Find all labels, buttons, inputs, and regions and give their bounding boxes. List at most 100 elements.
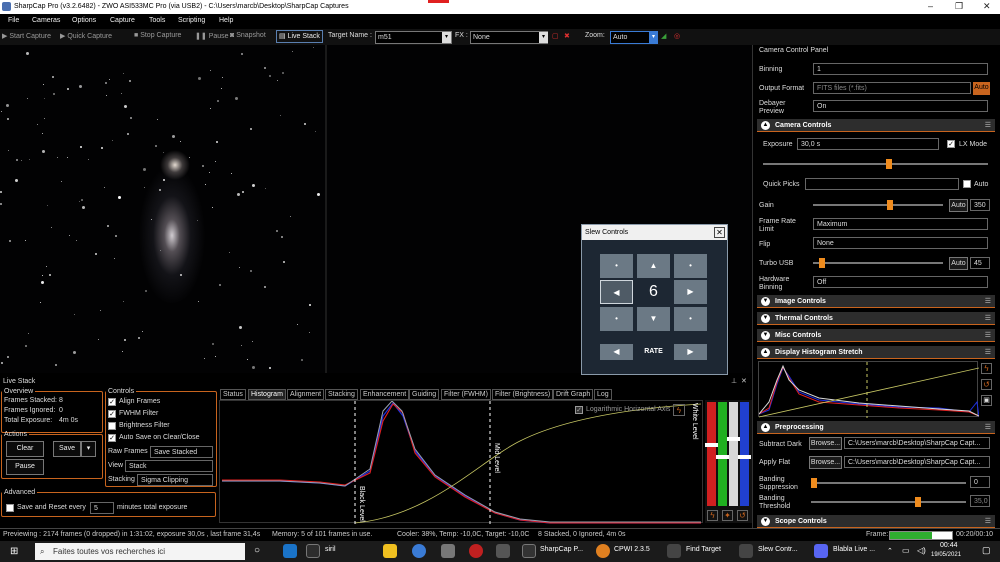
subtract-dark-browse-button[interactable]: Browse... [809,437,842,450]
task-view-icon[interactable]: ○ [254,545,260,556]
find-target-app-icon[interactable] [667,544,681,558]
preprocessing-header[interactable]: ▲ Preprocessing ☰ [757,421,995,434]
menu-scripting[interactable]: Scripting [178,17,205,24]
slew-controls-task[interactable]: Slew Contr... [758,546,798,553]
tab-alignment[interactable]: Alignment [287,389,325,400]
turbo-slider-track[interactable] [813,262,943,264]
turbo-slider-thumb[interactable] [819,258,826,268]
output-auto-button[interactable]: Auto [973,82,990,95]
pause-stack-button[interactable]: Pause [6,459,44,475]
gain-slider-track[interactable] [813,204,943,206]
tab-histogram[interactable]: Histogram [248,389,286,400]
maximize-icon[interactable]: ❐ [955,1,963,12]
network-icon[interactable]: ▭ [902,546,910,555]
subtract-dark-path[interactable]: C:\Users\marcb\Desktop\SharpCap Capt... [844,437,990,449]
slew-se-button[interactable]: • [674,307,707,331]
snapshot-button[interactable]: ◙ Snapshot [230,32,266,39]
binning-select[interactable]: 1 [813,63,988,75]
banding-suppression-track[interactable] [811,482,966,484]
exposure-slider-thumb[interactable] [885,159,892,169]
auto-stretch-icon[interactable]: ϟ [673,404,685,416]
cpwi-task[interactable]: CPWI 2.3.5 [614,546,650,553]
banding-suppression-thumb[interactable] [811,478,817,488]
image-controls-header[interactable]: ▼ Image Controls ☰ [757,295,995,308]
fwhm-filter-checkbox[interactable]: ✓ [108,410,116,418]
c-app-icon[interactable] [412,544,426,558]
output-format-select[interactable]: FITS files (*.fits) [813,82,971,94]
start-capture-button[interactable]: ▶ Start Capture [2,32,51,40]
sharpcap-app-icon[interactable] [522,544,536,558]
slew-east-button[interactable]: ▶ [674,280,707,304]
reticle-icon[interactable]: ◎ [674,32,680,40]
gain-slider-thumb[interactable] [887,200,894,210]
quick-picks-select[interactable] [805,178,959,190]
record-icon[interactable]: ▢ [552,32,559,40]
slew-west-button[interactable]: ◀ [600,280,633,304]
tab-log[interactable]: Log [594,389,612,400]
menu-options[interactable]: Options [72,17,96,24]
thermal-controls-header[interactable]: ▼ Thermal Controls ☰ [757,312,995,325]
banding-suppression-input[interactable]: 0 [970,476,990,488]
clear-button[interactable]: Clear [6,441,44,457]
fx-dropdown-icon[interactable]: ▾ [539,32,548,43]
menu-tools[interactable]: Tools [149,17,165,24]
siril-app-icon[interactable] [306,544,320,558]
debayer-select[interactable]: On [813,100,988,112]
misc-controls-header[interactable]: ▼ Misc Controls ☰ [757,329,995,342]
exposure-input[interactable]: 30,0 s [797,138,939,150]
red-app-icon[interactable] [469,544,483,558]
align-frames-checkbox[interactable]: ✓ [108,398,116,406]
star-app-icon[interactable] [496,544,510,558]
slew-sw-button[interactable]: • [600,307,633,331]
discord-icon[interactable] [814,544,828,558]
blue-slider-thumb[interactable] [738,455,751,459]
gain-auto-button[interactable]: Auto [949,199,968,212]
menu-icon[interactable]: ☰ [985,119,991,132]
histogram-icon[interactable]: ◢ [661,32,666,40]
menu-icon[interactable]: ☰ [985,312,991,325]
file-explorer-icon[interactable] [383,544,397,558]
camera-controls-header[interactable]: ▲ Camera Controls ☰ [757,119,995,132]
save-button[interactable]: Save [53,441,81,457]
slew-south-button[interactable]: ▼ [637,307,670,331]
menu-help[interactable]: Help [219,17,233,24]
tab-stacking[interactable]: Stacking [325,389,358,400]
slew-controls-app-icon[interactable] [739,544,753,558]
cpwi-app-icon[interactable] [596,544,610,558]
stop-capture-button[interactable]: ■ Stop Capture [134,32,181,39]
grey-slider-thumb[interactable] [727,437,740,441]
apply-flat-browse-button[interactable]: Browse... [809,456,842,469]
menu-icon[interactable]: ☰ [985,295,991,308]
menu-cameras[interactable]: Cameras [32,17,60,24]
tray-chevron-icon[interactable]: ⌃ [887,547,893,555]
close-icon[interactable]: ✕ [983,1,991,12]
live-stack-button[interactable]: ▤ Live Stack [276,30,323,43]
camera-app-icon[interactable] [441,544,455,558]
save-icon[interactable]: ▣ [981,395,992,406]
lightning-icon[interactable]: ϟ [981,363,992,374]
histogram-chart[interactable]: Black Level Mid Level White Level ✓ Loga… [219,400,703,524]
find-target-task[interactable]: Find Target [686,546,721,553]
raw-frames-select[interactable]: Save Stacked [150,446,213,458]
target-name-input[interactable]: m51 [375,31,452,44]
pause-button[interactable]: ❚❚ Pause [195,32,229,40]
quick-auto-checkbox[interactable] [963,180,971,188]
brightness-filter-checkbox[interactable] [108,422,116,430]
volume-icon[interactable]: ◁) [917,546,926,555]
taskbar-search[interactable]: ⌕ Faites toutes vos recherches ici [35,543,245,560]
menu-capture[interactable]: Capture [110,17,135,24]
edge-icon[interactable] [283,544,297,558]
notification-icon[interactable]: ▢ [982,545,991,556]
green-slider-thumb[interactable] [716,455,729,459]
menu-icon[interactable]: ☰ [985,515,991,528]
turbo-auto-button[interactable]: Auto [949,257,968,270]
slew-north-button[interactable]: ▲ [637,254,670,278]
frame-rate-select[interactable]: Maximum [813,218,988,230]
rate-decrease-button[interactable]: ◀ [600,344,633,360]
lx-mode-checkbox[interactable]: ✓ [947,140,955,148]
menu-icon[interactable]: ☰ [985,329,991,342]
flip-select[interactable]: None [813,237,988,249]
slew-nw-button[interactable]: • [600,254,633,278]
zoom-dropdown-icon[interactable]: ▾ [649,32,658,43]
tab-filter-fwhm[interactable]: Filter (FWHM) [441,389,491,400]
